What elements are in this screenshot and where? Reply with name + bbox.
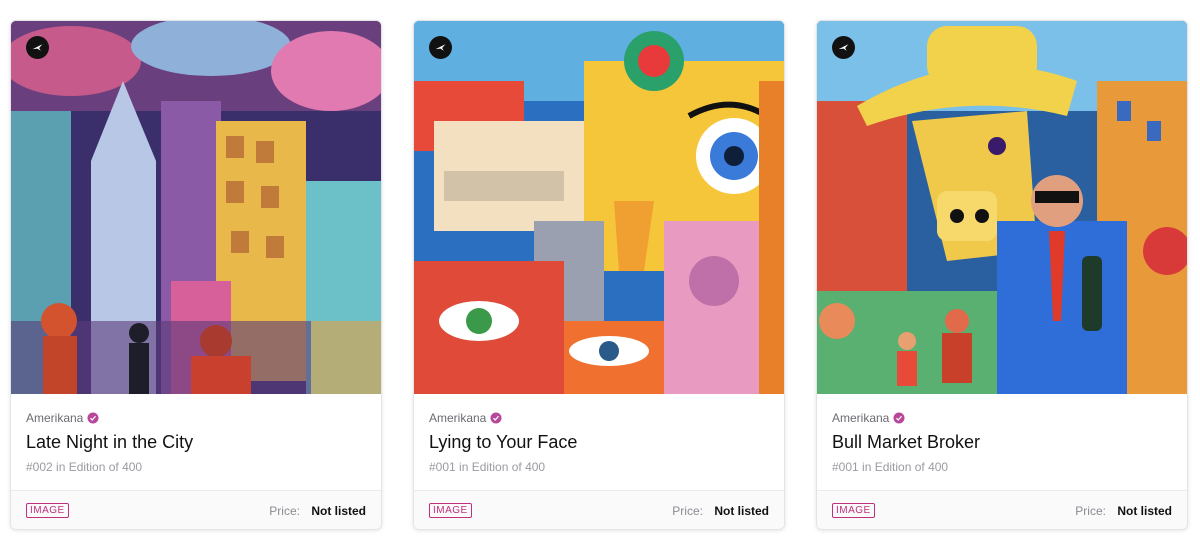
verified-check-icon — [893, 412, 905, 424]
creator-name[interactable]: Amerikana — [26, 411, 99, 425]
edition-info: #001 in Edition of 400 — [429, 460, 546, 474]
bird-icon — [429, 36, 452, 59]
verified-check-icon — [490, 412, 502, 424]
price-value: Not listed — [1117, 504, 1172, 518]
artwork-title[interactable]: Bull Market Broker — [832, 432, 980, 453]
creator-label[interactable]: Amerikana — [429, 411, 486, 425]
price-display: Price: Not listed — [269, 504, 366, 518]
price-label: Price: — [1075, 504, 1106, 518]
nft-card[interactable]: Amerikana Lying to Your Face #001 in Edi… — [413, 20, 785, 530]
price-label: Price: — [672, 504, 703, 518]
card-info: Amerikana Lying to Your Face #001 in Edi… — [414, 394, 784, 490]
media-type-tag: IMAGE — [832, 503, 875, 518]
card-footer: IMAGE Price: Not listed — [817, 490, 1187, 529]
card-footer: IMAGE Price: Not listed — [11, 490, 381, 529]
bird-icon — [832, 36, 855, 59]
nft-card-grid: Amerikana Late Night in the City #002 in… — [0, 0, 1200, 536]
bird-icon — [26, 36, 49, 59]
price-label: Price: — [269, 504, 300, 518]
edition-info: #001 in Edition of 400 — [832, 460, 949, 474]
card-footer: IMAGE Price: Not listed — [414, 490, 784, 529]
creator-label[interactable]: Amerikana — [832, 411, 889, 425]
price-display: Price: Not listed — [672, 504, 769, 518]
artwork-title[interactable]: Lying to Your Face — [429, 432, 577, 453]
verified-check-icon — [87, 412, 99, 424]
edition-info: #002 in Edition of 400 — [26, 460, 143, 474]
card-info: Amerikana Bull Market Broker #001 in Edi… — [817, 394, 1187, 490]
artwork-image[interactable] — [414, 21, 784, 394]
price-display: Price: Not listed — [1075, 504, 1172, 518]
price-value: Not listed — [714, 504, 769, 518]
nft-card[interactable]: Amerikana Late Night in the City #002 in… — [10, 20, 382, 530]
price-value: Not listed — [311, 504, 366, 518]
artwork-image[interactable] — [817, 21, 1187, 394]
media-type-tag: IMAGE — [26, 503, 69, 518]
nft-card[interactable]: Amerikana Bull Market Broker #001 in Edi… — [816, 20, 1188, 530]
artwork-image[interactable] — [11, 21, 381, 394]
creator-name[interactable]: Amerikana — [429, 411, 502, 425]
creator-label[interactable]: Amerikana — [26, 411, 83, 425]
artwork-title[interactable]: Late Night in the City — [26, 432, 193, 453]
creator-name[interactable]: Amerikana — [832, 411, 905, 425]
card-info: Amerikana Late Night in the City #002 in… — [11, 394, 381, 490]
media-type-tag: IMAGE — [429, 503, 472, 518]
